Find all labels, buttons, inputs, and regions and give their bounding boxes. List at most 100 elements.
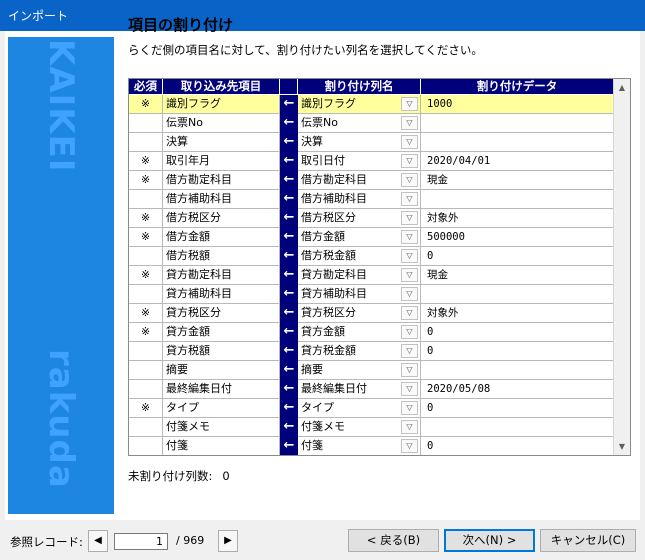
src-column-select[interactable]: 取引日付 ▽: [298, 152, 421, 171]
table-row[interactable]: 最終編集日付 ← 最終編集日付 ▽ 2020/05/08: [129, 380, 614, 399]
src-column-select[interactable]: 借方補助科目 ▽: [298, 190, 421, 209]
required-mark: [129, 380, 163, 399]
src-column-select[interactable]: 貸方税区分 ▽: [298, 304, 421, 323]
left-arrow-icon: ←: [280, 171, 298, 190]
src-column-select[interactable]: 借方金額 ▽: [298, 228, 421, 247]
mapped-data-value: 現金: [421, 266, 614, 285]
dest-field-name: 最終編集日付: [163, 380, 280, 399]
src-column-select[interactable]: 借方勘定科目 ▽: [298, 171, 421, 190]
src-column-select[interactable]: 付箋メモ ▽: [298, 418, 421, 437]
dest-field-name: 摘要: [163, 361, 280, 380]
table-row[interactable]: ※ 識別フラグ ← 識別フラグ ▽ 1000: [129, 95, 614, 114]
src-column-select[interactable]: 貸方税金額 ▽: [298, 342, 421, 361]
dest-field-name: 付箋: [163, 437, 280, 455]
required-mark: ※: [129, 209, 163, 228]
src-column-select[interactable]: 貸方勘定科目 ▽: [298, 266, 421, 285]
table-row[interactable]: 伝票No ← 伝票No ▽: [129, 114, 614, 133]
chevron-down-icon[interactable]: ▽: [401, 211, 418, 225]
dest-field-name: 借方金額: [163, 228, 280, 247]
src-column-value: 借方税金額: [301, 249, 356, 262]
cancel-button[interactable]: キャンセル(C): [540, 529, 636, 552]
back-button[interactable]: < 戻る(B): [348, 529, 439, 552]
src-column-value: 識別フラグ: [301, 97, 356, 110]
src-column-value: 借方勘定科目: [301, 173, 367, 186]
mapped-data-value: 対象外: [421, 304, 614, 323]
table-row[interactable]: 摘要 ← 摘要 ▽: [129, 361, 614, 380]
src-column-select[interactable]: 貸方金額 ▽: [298, 323, 421, 342]
table-row[interactable]: 借方税額 ← 借方税金額 ▽ 0: [129, 247, 614, 266]
src-column-value: 取引日付: [301, 154, 345, 167]
left-arrow-icon: ←: [280, 361, 298, 380]
table-row[interactable]: ※ 貸方金額 ← 貸方金額 ▽ 0: [129, 323, 614, 342]
chevron-down-icon[interactable]: ▽: [401, 154, 418, 168]
src-column-value: 決算: [301, 135, 323, 148]
prev-record-icon: ◀: [94, 535, 102, 546]
chevron-down-icon[interactable]: ▽: [401, 306, 418, 320]
mapped-data-value: [421, 361, 614, 380]
table-row[interactable]: ※ 借方税区分 ← 借方税区分 ▽ 対象外: [129, 209, 614, 228]
dest-field-name: 貸方勘定科目: [163, 266, 280, 285]
chevron-down-icon[interactable]: ▽: [401, 192, 418, 206]
chevron-down-icon[interactable]: ▽: [401, 420, 418, 434]
src-column-value: タイプ: [301, 401, 334, 414]
dest-field-name: 付箋メモ: [163, 418, 280, 437]
mapped-data-value: [421, 114, 614, 133]
chevron-down-icon[interactable]: ▽: [401, 287, 418, 301]
grid-scrollbar[interactable]: ▲ ▼: [613, 79, 630, 455]
src-column-select[interactable]: 付箋 ▽: [298, 437, 421, 455]
scroll-up-icon[interactable]: ▲: [614, 79, 630, 96]
next-button[interactable]: 次へ(N) >: [444, 529, 535, 552]
table-row[interactable]: 貸方税額 ← 貸方税金額 ▽ 0: [129, 342, 614, 361]
next-record-button[interactable]: ▶: [218, 530, 238, 552]
table-row[interactable]: ※ 貸方勘定科目 ← 貸方勘定科目 ▽ 現金: [129, 266, 614, 285]
src-column-select[interactable]: 貸方補助科目 ▽: [298, 285, 421, 304]
src-column-select[interactable]: 借方税金額 ▽: [298, 247, 421, 266]
src-column-select[interactable]: 最終編集日付 ▽: [298, 380, 421, 399]
chevron-down-icon[interactable]: ▽: [401, 97, 418, 111]
table-row[interactable]: 貸方補助科目 ← 貸方補助科目 ▽: [129, 285, 614, 304]
chevron-down-icon[interactable]: ▽: [401, 439, 418, 453]
chevron-down-icon[interactable]: ▽: [401, 325, 418, 339]
chevron-down-icon[interactable]: ▽: [401, 268, 418, 282]
src-column-select[interactable]: タイプ ▽: [298, 399, 421, 418]
chevron-down-icon[interactable]: ▽: [401, 230, 418, 244]
table-row[interactable]: 付箋メモ ← 付箋メモ ▽: [129, 418, 614, 437]
required-mark: ※: [129, 323, 163, 342]
page-title: 項目の割り付け: [128, 16, 234, 34]
table-row[interactable]: 借方補助科目 ← 借方補助科目 ▽: [129, 190, 614, 209]
mapped-data-value: [421, 133, 614, 152]
src-column-select[interactable]: 借方税区分 ▽: [298, 209, 421, 228]
required-mark: [129, 361, 163, 380]
src-column-select[interactable]: 摘要 ▽: [298, 361, 421, 380]
src-column-select[interactable]: 決算 ▽: [298, 133, 421, 152]
chevron-down-icon[interactable]: ▽: [401, 382, 418, 396]
chevron-down-icon[interactable]: ▽: [401, 135, 418, 149]
dest-field-name: 貸方補助科目: [163, 285, 280, 304]
record-number-input[interactable]: 1: [114, 533, 168, 550]
table-row[interactable]: 付箋 ← 付箋 ▽ 0: [129, 437, 614, 455]
mapped-data-value: [421, 418, 614, 437]
dest-field-name: 貸方金額: [163, 323, 280, 342]
table-row[interactable]: 決算 ← 決算 ▽: [129, 133, 614, 152]
dest-field-name: 取引年月: [163, 152, 280, 171]
chevron-down-icon[interactable]: ▽: [401, 173, 418, 187]
table-row[interactable]: ※ 貸方税区分 ← 貸方税区分 ▽ 対象外: [129, 304, 614, 323]
chevron-down-icon[interactable]: ▽: [401, 344, 418, 358]
table-row[interactable]: ※ タイプ ← タイプ ▽ 0: [129, 399, 614, 418]
chevron-down-icon[interactable]: ▽: [401, 116, 418, 130]
table-row[interactable]: ※ 借方金額 ← 借方金額 ▽ 500000: [129, 228, 614, 247]
required-mark: [129, 190, 163, 209]
mapped-data-value: 0: [421, 247, 614, 266]
scroll-down-icon[interactable]: ▼: [614, 438, 630, 455]
src-column-select[interactable]: 伝票No ▽: [298, 114, 421, 133]
table-row[interactable]: ※ 取引年月 ← 取引日付 ▽ 2020/04/01: [129, 152, 614, 171]
src-column-select[interactable]: 識別フラグ ▽: [298, 95, 421, 114]
prev-record-button[interactable]: ◀: [88, 530, 108, 552]
chevron-down-icon[interactable]: ▽: [401, 363, 418, 377]
unassigned-label: 未割り付け列数:: [128, 469, 213, 483]
mapped-data-value: 0: [421, 399, 614, 418]
table-row[interactable]: ※ 借方勘定科目 ← 借方勘定科目 ▽ 現金: [129, 171, 614, 190]
window-titlebar: インポート: [0, 0, 645, 31]
chevron-down-icon[interactable]: ▽: [401, 249, 418, 263]
chevron-down-icon[interactable]: ▽: [401, 401, 418, 415]
